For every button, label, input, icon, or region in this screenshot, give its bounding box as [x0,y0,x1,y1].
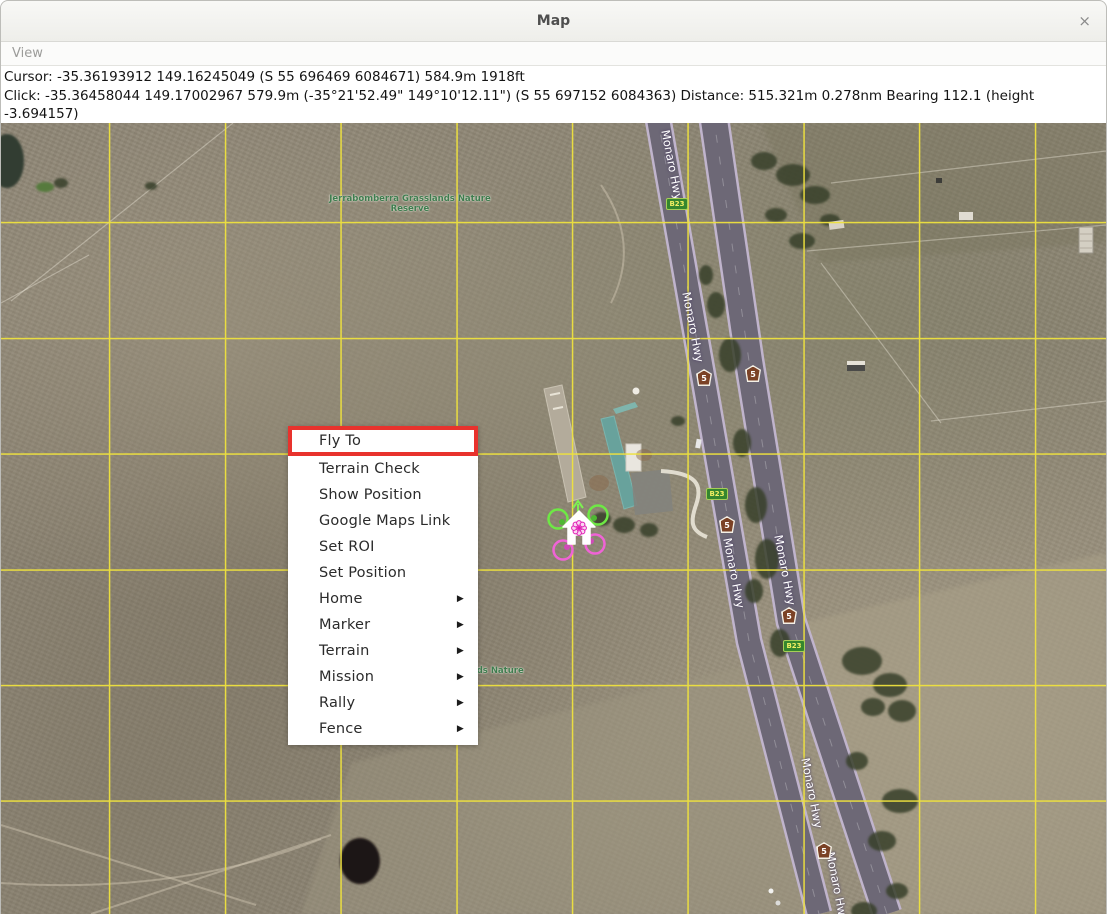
pond [1,134,24,188]
context-menu-item-set-roi[interactable]: Set ROI [288,534,478,560]
submenu-arrow-icon: ▶ [457,612,464,638]
context-menu-item-mission[interactable]: Mission ▶ [288,664,478,690]
driveway [661,471,707,537]
pond [340,838,380,884]
title-bar[interactable]: Map × [1,1,1106,42]
road-label: Monaro Hwy [770,529,799,610]
apron [631,469,673,515]
submenu-arrow-icon: ▶ [457,716,464,742]
paddock-fence-lines [1,123,1106,423]
window-title: Map [1,1,1106,41]
click-status-line-wrap: -3.694157) [4,105,1106,124]
home-icon [563,511,595,544]
tourist-shield-5: 5 [816,842,832,859]
map-window: Map × View Cursor: -35.36193912 149.1624… [0,0,1107,914]
menu-view[interactable]: View [1,44,54,61]
highway-monaro [657,123,887,914]
runway [544,385,586,502]
map-canvas[interactable]: Jerrabomberra Grasslands Nature Reserve … [1,123,1106,914]
nature-reserve-label: Jerrabomberra Grasslands Nature Reserve [322,194,498,214]
tourist-shield-5: 5 [781,607,797,624]
context-menu-item-fence[interactable]: Fence ▶ [288,716,478,742]
submenu-arrow-icon: ▶ [457,690,464,716]
context-menu-item-terrain[interactable]: Terrain ▶ [288,638,478,664]
click-status-line: Click: -35.36458044 149.17002967 579.9m … [4,87,1106,106]
teal-roof [613,402,638,414]
tourist-shield-5: 5 [696,369,712,386]
submenu-arrow-icon: ▶ [457,638,464,664]
status-bar: Cursor: -35.36193912 149.16245049 (S 55 … [1,66,1106,124]
vehicle-marker-layer [1,123,1106,914]
heading-arrow-icon [573,501,583,508]
road-label: Monaro Hwy [657,124,686,205]
tree-clusters [54,152,918,914]
route-shield-b23: B23 [666,198,688,210]
road-label: Monaro Hwy [822,846,851,914]
hangar-building [601,416,637,509]
context-menu-item-terrain-check[interactable]: Terrain Check [288,456,478,482]
context-menu-item-fly-to[interactable]: Fly To [288,426,478,456]
airfield [544,385,707,537]
context-menu-item-marker[interactable]: Marker ▶ [288,612,478,638]
rosette-marker-icon [572,521,587,536]
context-menu-item-home[interactable]: Home ▶ [288,586,478,612]
map-labels: Jerrabomberra Grasslands Nature Reserve … [1,123,1106,914]
context-menu-item-set-position[interactable]: Set Position [288,560,478,586]
road-label: Monaro Hwy [678,286,707,367]
road-label: Monaro Hwy [797,752,826,833]
menu-bar: View [1,42,1106,66]
close-icon[interactable]: × [1078,1,1091,41]
context-menu-item-google-maps-link[interactable]: Google Maps Link [288,508,478,534]
context-menu-item-rally[interactable]: Rally ▶ [288,690,478,716]
cursor-status-line: Cursor: -35.36193912 149.16245049 (S 55 … [4,68,1106,87]
submenu-arrow-icon: ▶ [457,586,464,612]
route-shield-b23: B23 [783,640,805,652]
map-context-menu: Fly To Terrain Check Show Position Googl… [288,426,478,745]
submenu-arrow-icon: ▶ [457,664,464,690]
context-menu-item-show-position[interactable]: Show Position [288,482,478,508]
tourist-shield-5: 5 [719,516,735,533]
tourist-shield-5: 5 [745,365,761,382]
quadcopter-icon [549,501,608,560]
satellite-terrain-graphics [1,123,1106,914]
white-building [626,444,641,471]
map-grid-overlay [1,123,1106,914]
route-shield-b23: B23 [706,488,728,500]
sheds-and-vehicles [695,178,1093,906]
road-label: Monaro Hwy [719,532,748,613]
